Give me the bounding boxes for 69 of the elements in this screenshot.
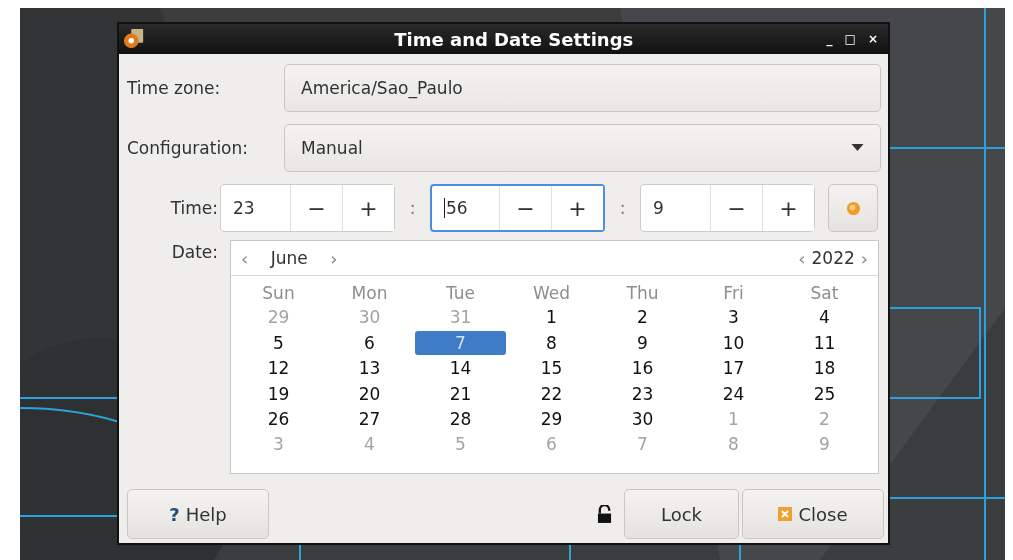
weekday-label: Thu xyxy=(625,281,660,305)
previous-month-button[interactable]: ‹ xyxy=(235,247,255,269)
close-button[interactable]: Close xyxy=(742,489,884,539)
calendar-day[interactable]: 4 xyxy=(779,305,870,330)
calendar-day[interactable]: 3 xyxy=(688,305,779,330)
configuration-dropdown[interactable]: Manual xyxy=(284,124,881,172)
calendar-day[interactable]: 25 xyxy=(779,381,870,406)
calendar-day[interactable]: 27 xyxy=(324,406,415,431)
month-label: June xyxy=(269,248,309,268)
weekday-label: Tue xyxy=(444,281,476,305)
year-label: 2022 xyxy=(811,248,855,268)
window-control[interactable]: × xyxy=(863,32,882,46)
weekday-label: Fri xyxy=(722,281,745,305)
time-zone-button[interactable]: America/Sao_Paulo xyxy=(284,64,881,112)
spin-field[interactable]: 23 − + xyxy=(220,184,395,232)
next-month-button[interactable]: › xyxy=(324,247,344,269)
calendar-day[interactable]: 22 xyxy=(506,381,597,406)
calendar-day[interactable]: 6 xyxy=(324,330,415,355)
weekday-label: Sun xyxy=(261,281,296,305)
field-label: Date: xyxy=(170,241,219,262)
dot-icon xyxy=(845,200,861,216)
field-label: Time zone: xyxy=(127,78,222,98)
calendar-day[interactable]: 8 xyxy=(506,330,597,355)
window-title: Time and Date Settings xyxy=(393,28,635,50)
calendar-day[interactable]: 29 xyxy=(506,406,597,431)
field-label: Time: xyxy=(169,198,219,218)
calendar-day[interactable]: 15 xyxy=(506,356,597,381)
close-icon xyxy=(778,507,793,521)
weekday-label: Sat xyxy=(809,281,840,305)
calendar-day[interactable]: 26 xyxy=(233,406,324,431)
calendar-day[interactable]: 14 xyxy=(415,356,506,381)
calendar-day[interactable]: 13 xyxy=(324,356,415,381)
calendar-day[interactable]: 5 xyxy=(233,330,324,355)
calendar-day[interactable]: 10 xyxy=(688,330,779,355)
window-control[interactable]: _ xyxy=(822,32,837,46)
clock-icon xyxy=(123,28,145,50)
calendar-day[interactable]: 11 xyxy=(779,330,870,355)
weekday-label: Mon xyxy=(350,281,389,305)
calendar-day[interactable]: 24 xyxy=(688,381,779,406)
window-control[interactable]: □ xyxy=(840,32,860,46)
calendar-day[interactable]: 17 xyxy=(688,356,779,381)
weekday-label: Wed xyxy=(531,281,572,305)
caret-icon xyxy=(851,144,864,152)
time-separator: : xyxy=(408,198,417,218)
next-year-button[interactable]: › xyxy=(854,247,874,269)
calendar-day[interactable]: 16 xyxy=(597,356,688,381)
unlocked-padlock-icon xyxy=(597,504,612,524)
time-separator: : xyxy=(618,198,627,218)
increment-button[interactable]: + xyxy=(762,185,814,231)
lock-button[interactable]: Lock xyxy=(624,489,739,539)
calendar-day[interactable]: 21 xyxy=(415,381,506,406)
calendar-day[interactable]: 30 xyxy=(597,406,688,431)
field-label: Configuration: xyxy=(127,138,250,158)
calendar-day[interactable]: 20 xyxy=(324,381,415,406)
calendar-day[interactable]: 2 xyxy=(597,305,688,330)
calendar-day[interactable]: 23 xyxy=(597,381,688,406)
increment-button[interactable]: + xyxy=(551,186,603,230)
help-button[interactable]: ? Help xyxy=(127,489,269,539)
calendar-day[interactable]: 19 xyxy=(233,381,324,406)
previous-year-button[interactable]: ‹ xyxy=(792,247,812,269)
calendar-day[interactable]: 1 xyxy=(506,305,597,330)
calendar-day[interactable]: 12 xyxy=(233,356,324,381)
spin-field[interactable]: 9 − + xyxy=(640,184,815,232)
calendar-day[interactable]: 9 xyxy=(597,330,688,355)
spin-field[interactable]: 56 − + xyxy=(430,184,605,232)
reset-button[interactable] xyxy=(828,184,878,232)
increment-button[interactable]: + xyxy=(342,185,394,231)
calendar-day[interactable]: 28 xyxy=(415,406,506,431)
calendar-day[interactable]: 18 xyxy=(779,356,870,381)
